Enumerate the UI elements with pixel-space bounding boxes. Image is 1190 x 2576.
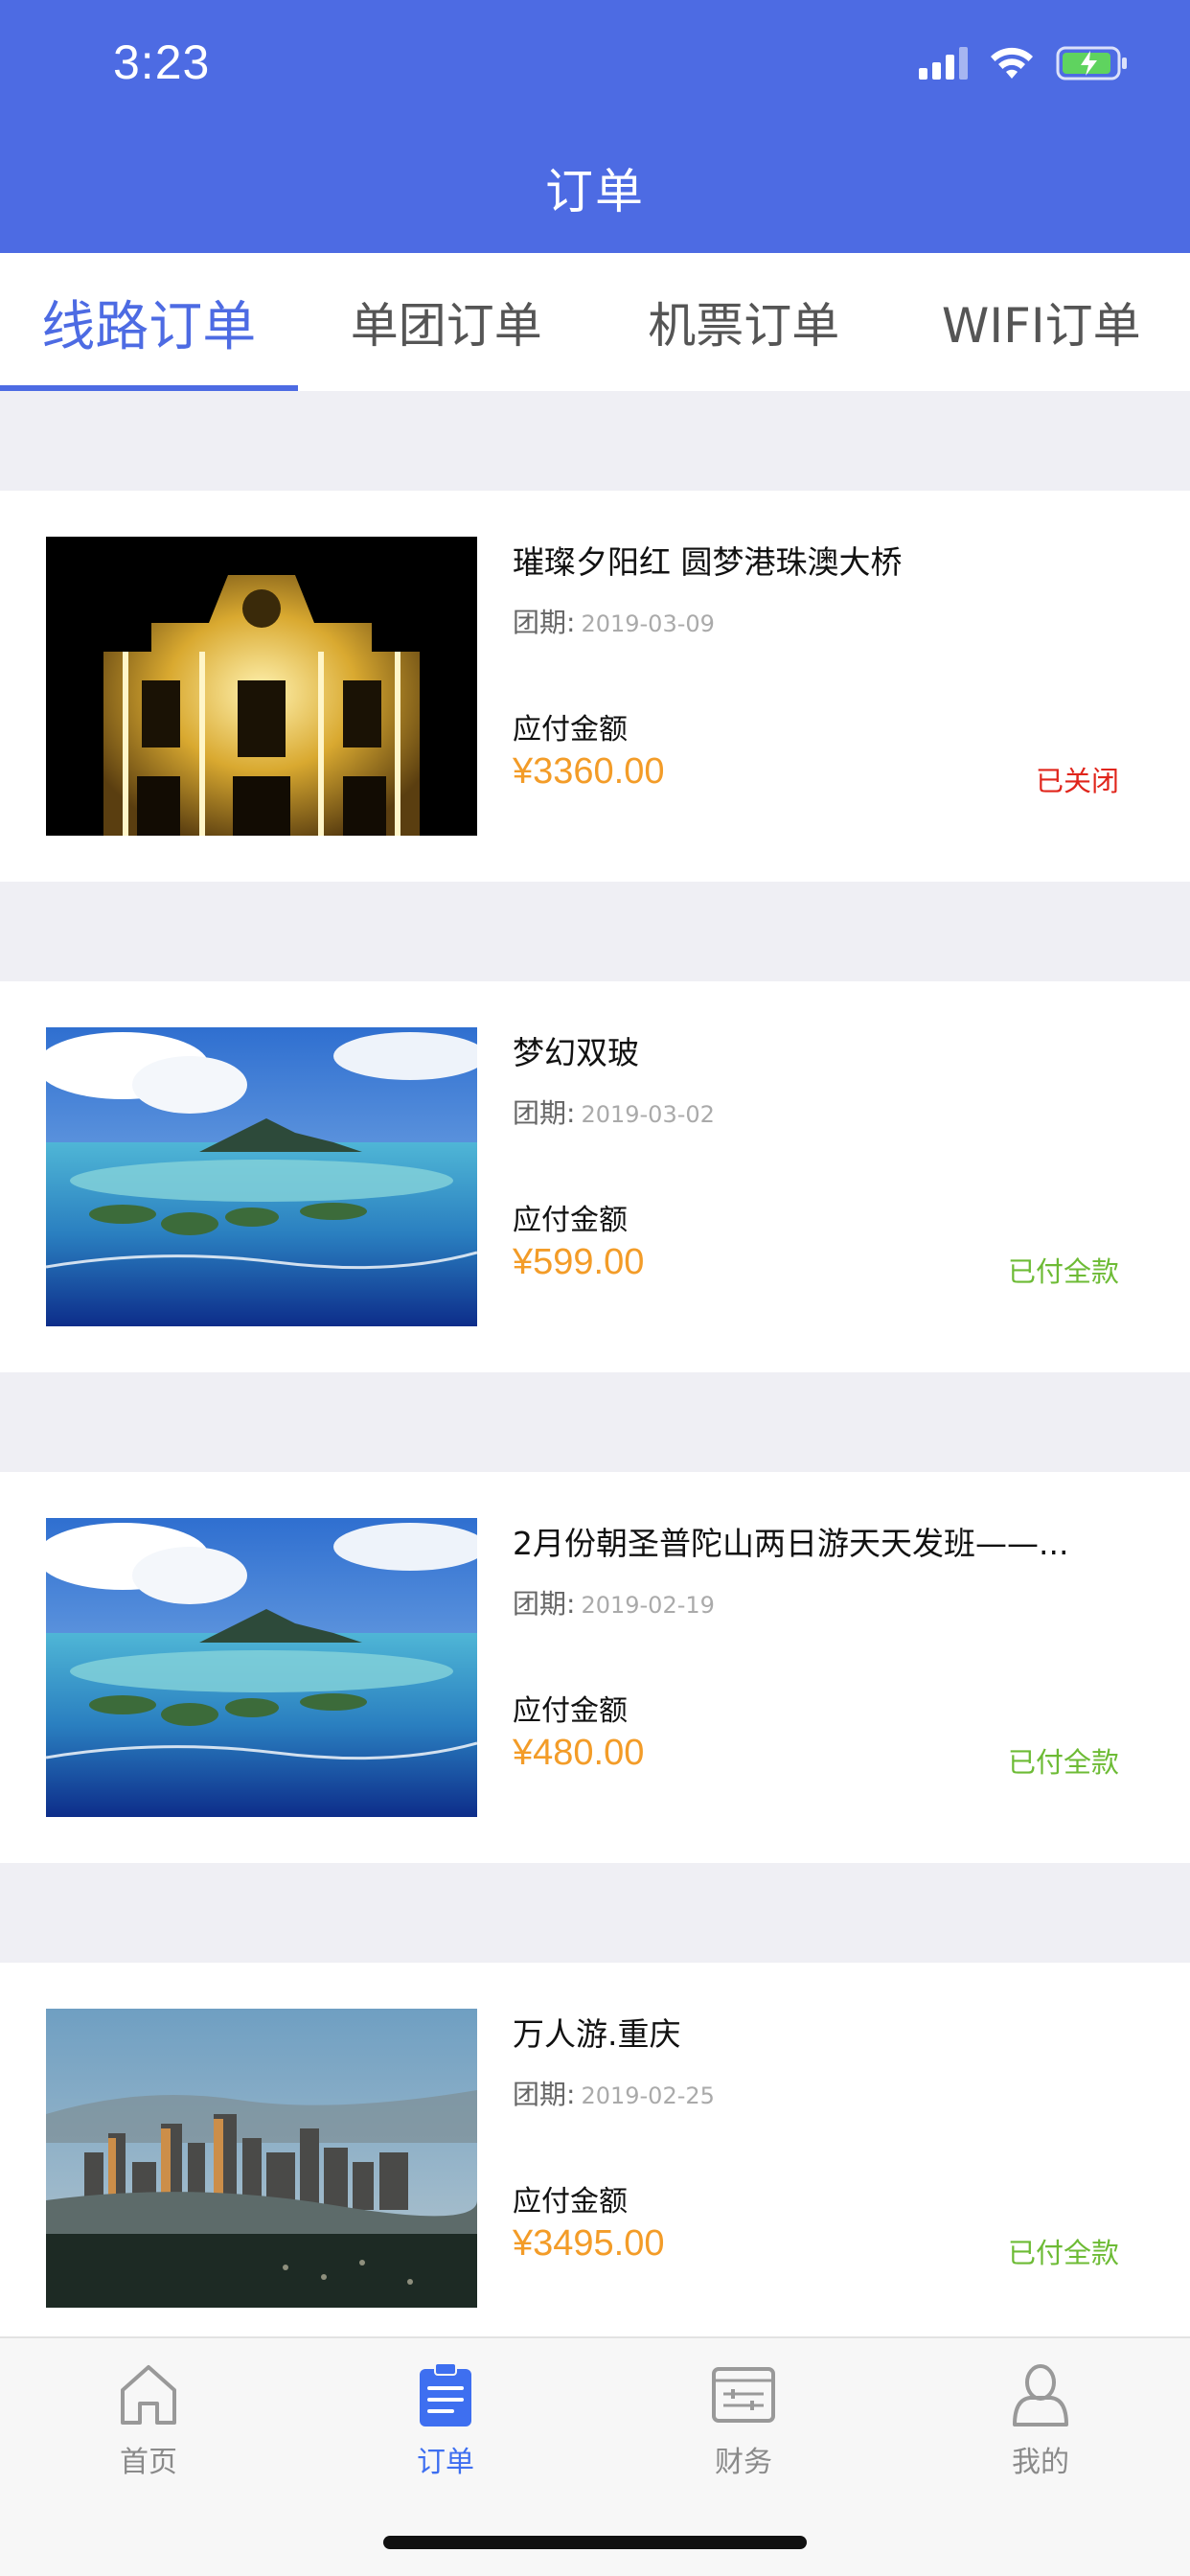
nav-finance-label: 财务 — [715, 2446, 772, 2479]
page-title: 订单 — [545, 164, 645, 219]
nav-profile[interactable]: 我的 — [945, 2361, 1136, 2480]
tour-thumbnail — [46, 1027, 477, 1326]
order-title: 万人游.重庆 — [513, 2015, 681, 2053]
departure-date: 2019-02-19 — [581, 1592, 715, 1619]
order-status: 已关闭 — [1035, 765, 1119, 797]
amount-label: 应付金额 — [513, 1694, 628, 1728]
nav-orders-label: 订单 — [417, 2446, 474, 2479]
profile-icon — [1013, 2364, 1068, 2426]
home-icon — [121, 2365, 176, 2425]
amount-value: ¥3360.00 — [513, 751, 665, 792]
nav-home-label: 首页 — [120, 2446, 177, 2479]
order-title: 璀璨夕阳红 圆梦港珠澳大桥 — [513, 543, 903, 581]
wifi-icon — [991, 47, 1033, 79]
date-label: 团期: — [513, 1588, 576, 1620]
departure-date: 2019-03-02 — [581, 1101, 715, 1128]
nav-profile-label: 我的 — [1012, 2446, 1069, 2479]
amount-label: 应付金额 — [513, 713, 628, 747]
amount-label: 应付金额 — [513, 1204, 628, 1237]
order-card[interactable]: 璀璨夕阳红 圆梦港珠澳大桥 团期: 2019-03-09 应付金额 ¥3360.0… — [0, 491, 1190, 882]
home-indicator — [383, 2536, 807, 2549]
tab-route-orders[interactable]: 线路订单 — [0, 253, 298, 391]
order-clipboard-icon — [420, 2362, 471, 2426]
tour-thumbnail — [46, 2009, 477, 2308]
tab-group-orders[interactable]: 单团订单 — [298, 253, 596, 391]
departure-date-row: 团期: 2019-02-25 — [513, 2074, 715, 2112]
order-title: 2月份朝圣普陀山两日游天天发班——... — [513, 1525, 1069, 1562]
departure-date: 2019-02-25 — [581, 2082, 715, 2109]
tab-wifi-orders[interactable]: WIFI订单 — [893, 253, 1190, 391]
status-time: 3:23 — [113, 35, 211, 89]
order-type-tabs: 线路订单 单团订单 机票订单 WIFI订单 — [0, 253, 1190, 391]
nav-orders[interactable]: 订单 — [350, 2361, 541, 2480]
order-card[interactable]: 2月份朝圣普陀山两日游天天发班——... 团期: 2019-02-19 应付金额 … — [0, 1472, 1190, 1863]
departure-date-row: 团期: 2019-02-19 — [513, 1583, 715, 1622]
amount-label: 应付金额 — [513, 2185, 628, 2219]
departure-date-row: 团期: 2019-03-09 — [513, 602, 715, 640]
status-icons — [919, 44, 1129, 82]
nav-finance[interactable]: 财务 — [648, 2361, 839, 2480]
departure-date: 2019-03-09 — [581, 610, 715, 637]
tour-thumbnail — [46, 537, 477, 836]
amount-value: ¥3495.00 — [513, 2223, 665, 2264]
order-card[interactable]: 梦幻双玻 团期: 2019-03-02 应付金额 ¥599.00 已付全款 — [0, 981, 1190, 1372]
tab-flight-orders[interactable]: 机票订单 — [595, 253, 893, 391]
tour-thumbnail — [46, 1518, 477, 1817]
nav-home[interactable]: 首页 — [53, 2361, 244, 2480]
date-label: 团期: — [513, 1097, 576, 1129]
amount-value: ¥599.00 — [513, 1242, 645, 1282]
order-status: 已付全款 — [1007, 2237, 1119, 2269]
order-card[interactable]: 万人游.重庆 团期: 2019-02-25 应付金额 ¥3495.00 已付全款 — [0, 1963, 1190, 2354]
app-header: 3:23 订单 — [0, 0, 1190, 253]
signal-icon — [919, 47, 968, 80]
date-label: 团期: — [513, 2079, 576, 2110]
departure-date-row: 团期: 2019-03-02 — [513, 1092, 715, 1131]
date-label: 团期: — [513, 607, 576, 638]
order-status: 已付全款 — [1007, 1255, 1119, 1288]
order-title: 梦幻双玻 — [513, 1034, 639, 1071]
amount-value: ¥480.00 — [513, 1733, 645, 1773]
battery-charging-icon — [1056, 46, 1127, 80]
order-status: 已付全款 — [1007, 1746, 1119, 1779]
finance-icon — [712, 2367, 775, 2423]
